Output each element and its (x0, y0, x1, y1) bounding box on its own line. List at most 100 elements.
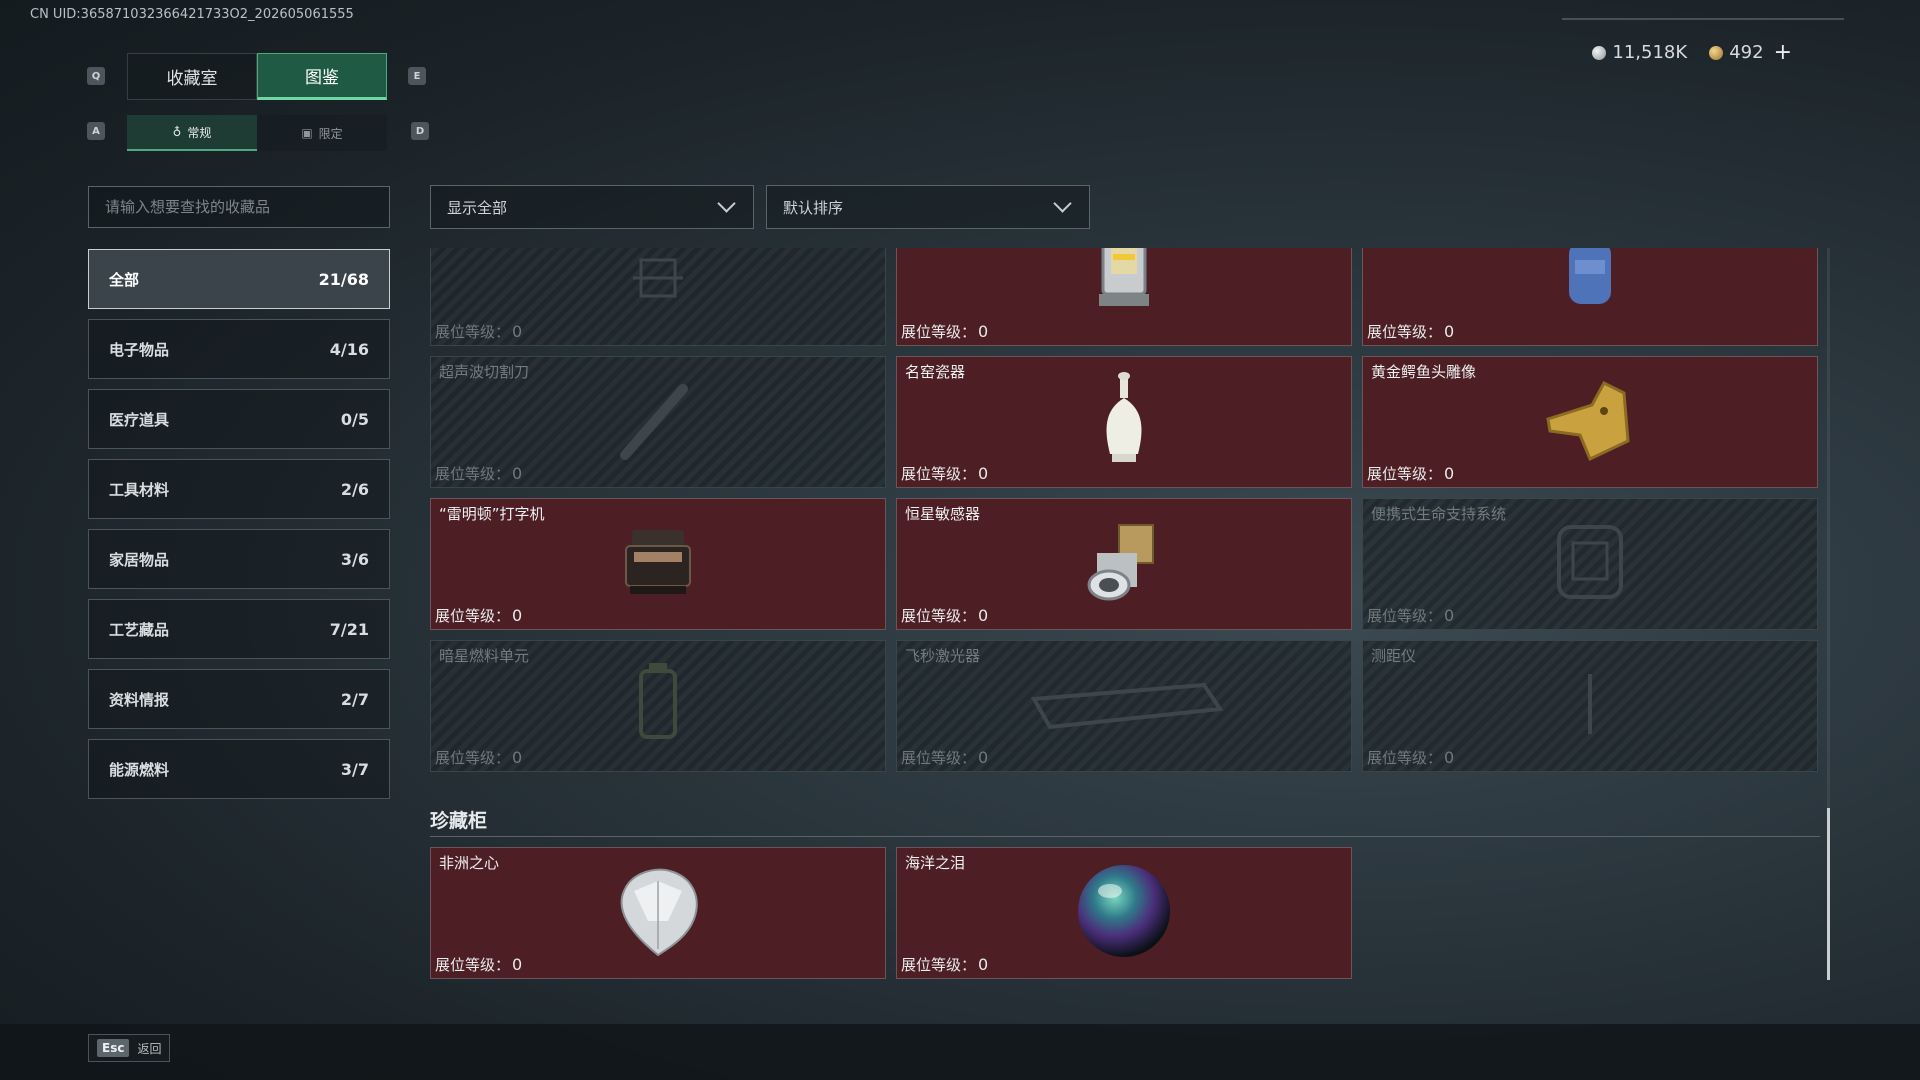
collection-card[interactable]: 名窑瓷器 展位等级： 0 (896, 356, 1352, 488)
category-count: 3/7 (340, 759, 369, 779)
tab-catalog[interactable]: 图鉴 (257, 53, 387, 100)
collection-card[interactable]: 暗星燃料单元 展位等级： 0 (430, 640, 886, 772)
porcelain-vase-icon (1094, 370, 1154, 474)
collection-card[interactable]: 展位等级： 0 (430, 248, 886, 346)
booth-level-value: 0 (978, 606, 989, 625)
collection-card[interactable]: 恒星敏感器 展位等级： 0 (896, 498, 1352, 630)
booth-level-value: 0 (512, 464, 523, 483)
pearl-orb-icon (1074, 861, 1174, 965)
booth-level-label: 展位等级： (435, 465, 511, 483)
key-hint-d: D (411, 122, 429, 140)
key-hint-q: Q (87, 67, 105, 85)
category-intel[interactable]: 资料情报 2/7 (88, 669, 390, 729)
gold-amount: 492 (1729, 42, 1764, 63)
scrollbar-thumb[interactable] (1827, 808, 1830, 980)
booth-level-label: 展位等级： (901, 956, 977, 974)
category-household[interactable]: 家居物品 3/6 (88, 529, 390, 589)
item-name: 名窑瓷器 (905, 363, 966, 381)
booth-level: 展位等级： 0 (435, 605, 522, 626)
uid-label: CN UID:365871032366421733O2_202605061555 (30, 7, 354, 22)
category-energy[interactable]: 能源燃料 3/7 (88, 739, 390, 799)
category-count: 21/68 (318, 269, 369, 289)
gold-currency: 492 + (1709, 40, 1792, 65)
filter-dropdown[interactable]: 显示全部 (430, 185, 754, 229)
booth-level: 展位等级： 0 (435, 463, 522, 484)
category-count: 3/6 (340, 549, 369, 569)
booth-level-label: 展位等级： (1367, 607, 1443, 625)
booth-level: 展位等级： 0 (1367, 605, 1454, 626)
sort-dropdown[interactable]: 默认排序 (766, 185, 1090, 229)
item-name: “雷明顿”打字机 (439, 505, 545, 523)
item-name: 黄金鳄鱼头雕像 (1371, 363, 1477, 381)
subtab-limited[interactable]: ▣ 限定 (257, 115, 387, 151)
collection-card[interactable]: 展位等级： 0 (896, 248, 1352, 346)
collection-card[interactable]: 便携式生命支持系统 展位等级： 0 (1362, 498, 1818, 630)
booth-level: 展位等级： 0 (435, 954, 522, 975)
back-label: 返回 (137, 1041, 162, 1056)
booth-level-value: 0 (512, 606, 523, 625)
category-count: 2/6 (340, 479, 369, 499)
category-label: 电子物品 (109, 340, 170, 359)
search-input[interactable] (88, 186, 390, 228)
top-progress-line (1562, 18, 1844, 20)
fuel-cell-icon (623, 659, 693, 753)
booth-level-label: 展位等级： (1367, 749, 1443, 767)
add-currency-button[interactable]: + (1774, 40, 1792, 65)
sub-tabs: ♁ 常规 ▣ 限定 (127, 115, 387, 151)
currency-bar: 11,518K 492 + (1592, 40, 1792, 65)
partial-item-icon (623, 248, 693, 312)
collection-card[interactable]: 测距仪 展位等级： 0 (1362, 640, 1818, 772)
item-name: 恒星敏感器 (905, 505, 981, 523)
scrollbar[interactable] (1827, 248, 1830, 980)
treasure-card[interactable]: 非洲之心 展位等级： 0 (430, 847, 886, 979)
category-count: 0/5 (340, 409, 369, 429)
collection-card[interactable]: “雷明顿”打字机 展位等级： 0 (430, 498, 886, 630)
filter-dropdown-value: 显示全部 (447, 198, 508, 217)
footer-bar (0, 1024, 1920, 1080)
chevron-down-icon (717, 193, 736, 213)
item-name: 便携式生命支持系统 (1371, 505, 1507, 523)
back-button[interactable]: Esc 返回 (88, 1034, 171, 1062)
collection-card[interactable]: 飞秒激光器 展位等级： 0 (896, 640, 1352, 772)
item-name: 测距仪 (1371, 647, 1417, 665)
category-tools[interactable]: 工具材料 2/6 (88, 459, 390, 519)
booth-level-value: 0 (978, 748, 989, 767)
bottle-icon: ♁ (172, 125, 182, 139)
booth-level-label: 展位等级： (1367, 465, 1443, 483)
key-hint-a: A (87, 122, 105, 140)
tab-collection-room[interactable]: 收藏室 (127, 53, 257, 100)
category-medical[interactable]: 医疗道具 0/5 (88, 389, 390, 449)
category-count: 7/21 (329, 619, 369, 639)
category-electronics[interactable]: 电子物品 4/16 (88, 319, 390, 379)
booth-level-value: 0 (978, 464, 989, 483)
treasure-card[interactable]: 海洋之泪 展位等级： 0 (896, 847, 1352, 979)
booth-level-value: 0 (978, 322, 989, 341)
category-all[interactable]: 全部 21/68 (88, 249, 390, 309)
treasure-section-title: 珍藏柜 (430, 810, 488, 832)
item-name: 暗星燃料单元 (439, 647, 530, 665)
booth-level-label: 展位等级： (901, 465, 977, 483)
chevron-down-icon (1053, 193, 1072, 213)
collection-card[interactable]: 超声波切割刀 展位等级： 0 (430, 356, 886, 488)
collection-card[interactable]: 展位等级： 0 (1362, 248, 1818, 346)
booth-level-label: 展位等级： (901, 749, 977, 767)
subtab-regular[interactable]: ♁ 常规 (127, 115, 257, 151)
booth-level-value: 0 (1444, 322, 1455, 341)
typewriter-icon (618, 522, 698, 606)
booth-level-value: 0 (512, 322, 523, 341)
booth-level: 展位等级： 0 (901, 954, 988, 975)
booth-level-value: 0 (512, 955, 523, 974)
booth-level-value: 0 (1444, 464, 1455, 483)
category-crafts[interactable]: 工艺藏品 7/21 (88, 599, 390, 659)
collection-card[interactable]: 黄金鳄鱼头雕像 展位等级： 0 (1362, 356, 1818, 488)
subtab-regular-label: 常规 (187, 125, 212, 140)
category-count: 2/7 (340, 689, 369, 709)
booth-level: 展位等级： 0 (435, 321, 522, 342)
category-label: 资料情报 (109, 690, 170, 709)
booth-level: 展位等级： 0 (1367, 463, 1454, 484)
category-label: 家居物品 (109, 550, 170, 569)
silver-coin-icon (1592, 45, 1607, 60)
category-count: 4/16 (329, 339, 369, 359)
life-support-icon (1545, 517, 1635, 611)
gas-canister-icon (1555, 248, 1625, 314)
